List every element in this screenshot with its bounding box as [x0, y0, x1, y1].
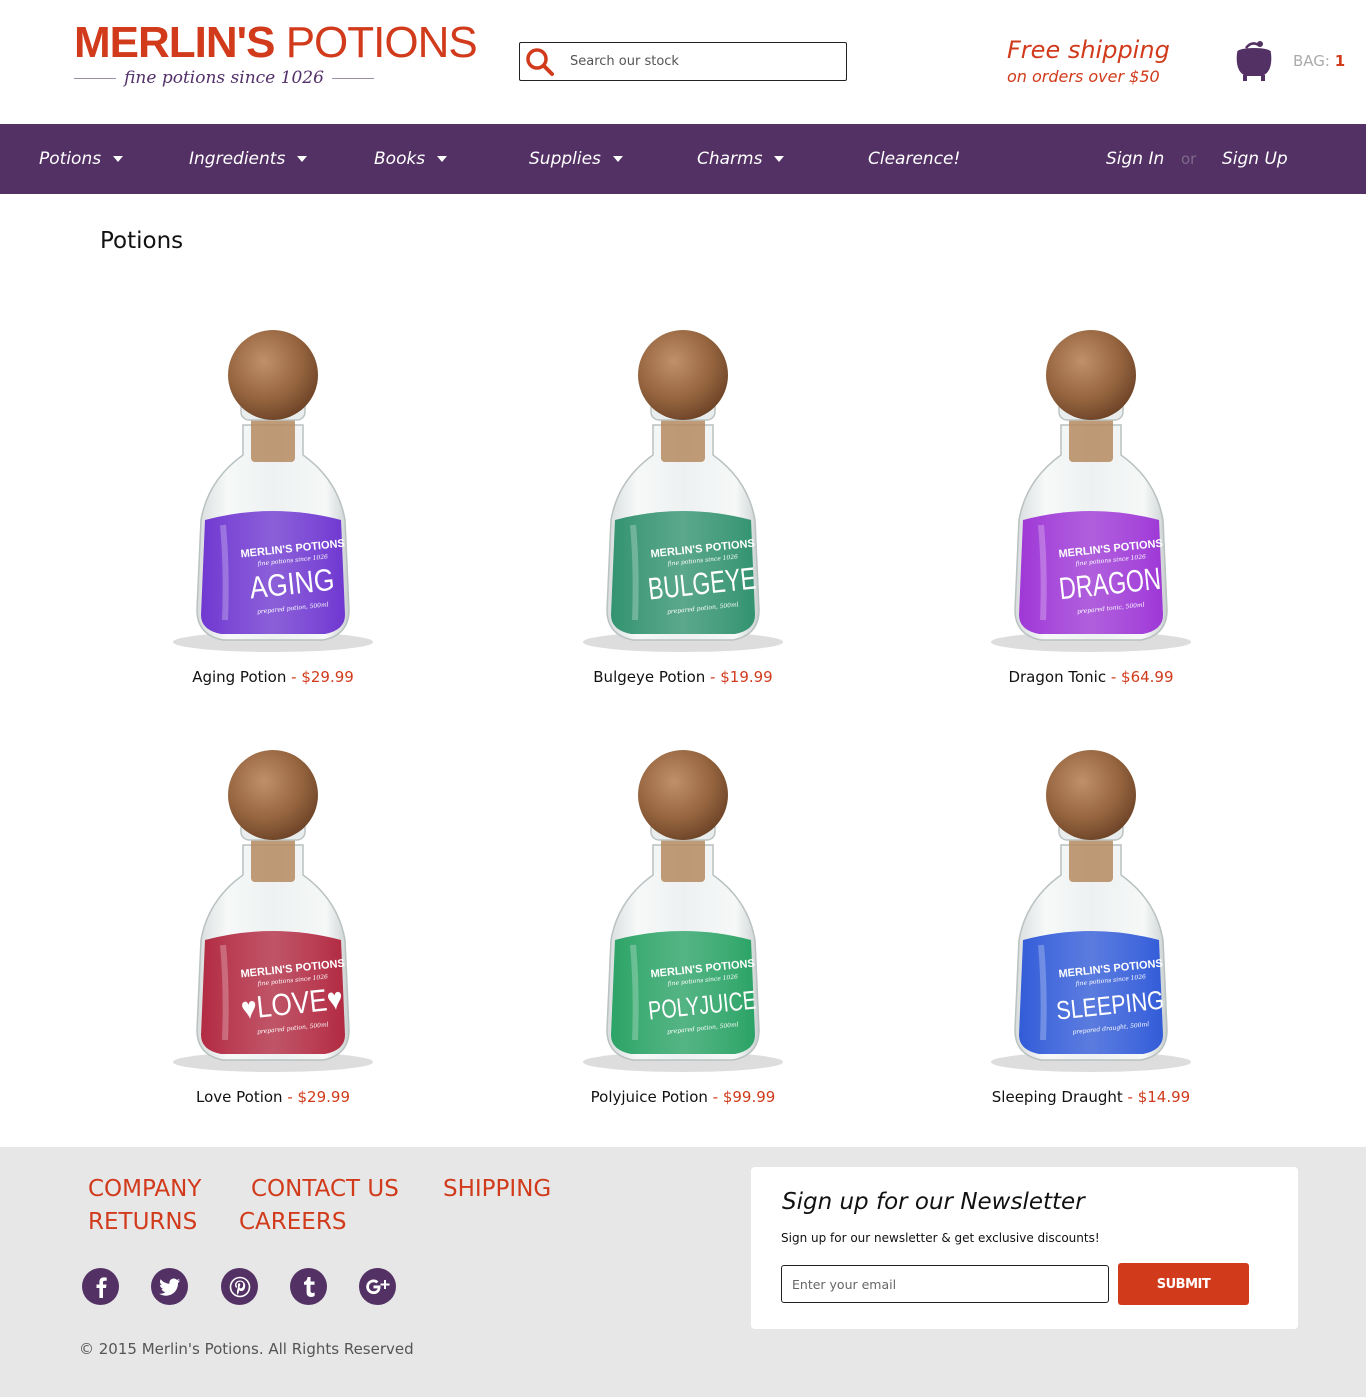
- product-caption[interactable]: Sleeping Draught - $14.99: [941, 1088, 1241, 1106]
- logo-tagline: fine potions since 1026: [124, 68, 324, 88]
- product-price: $14.99: [1137, 1088, 1191, 1106]
- nav-or-separator: or: [1181, 150, 1197, 168]
- product-card[interactable]: MERLIN'S POTIONS fine potions since 1026 ♥…: [123, 750, 423, 1106]
- logo-tagline-row: fine potions since 1026: [74, 68, 374, 88]
- logo-title: MERLIN'S POTIONS: [74, 18, 478, 67]
- product-name: Love Potion: [195, 1088, 283, 1106]
- product-price: $64.99: [1121, 668, 1174, 686]
- product-card[interactable]: MERLIN'S POTIONS fine potions since 1026 P…: [533, 750, 833, 1106]
- product-price-separator: -: [1122, 1088, 1138, 1106]
- nav-item-charms[interactable]: Charms: [697, 124, 785, 194]
- bag-label: BAG:: [1293, 52, 1335, 70]
- newsletter-submit-button[interactable]: SUBMIT: [1118, 1263, 1249, 1305]
- product-card[interactable]: MERLIN'S POTIONS fine potions since 1026 B…: [533, 330, 833, 686]
- sign-up-link[interactable]: Sign Up: [1222, 124, 1288, 194]
- nav-label: Charms: [697, 149, 763, 169]
- potion-bottle-image[interactable]: MERLIN'S POTIONS fine potions since 1026 ♥…: [163, 750, 383, 1080]
- product-price-separator: -: [1106, 668, 1122, 686]
- search-icon[interactable]: [520, 44, 560, 80]
- sign-in-link[interactable]: Sign In: [1106, 124, 1164, 194]
- product-name: Polyjuice Potion: [590, 1088, 708, 1106]
- shipping-subline: on orders over $50: [1007, 67, 1160, 86]
- search-box: [519, 42, 847, 81]
- footer-link-returns[interactable]: RETURNS: [88, 1209, 197, 1235]
- product-price-separator: -: [705, 668, 721, 686]
- product-name: Bulgeye Potion: [593, 668, 706, 686]
- tumblr-icon[interactable]: [290, 1268, 327, 1305]
- product-name: Aging Potion: [192, 668, 287, 686]
- google-plus-icon[interactable]: [359, 1268, 396, 1305]
- logo-title-bold: MERLIN'S: [74, 18, 275, 67]
- copyright-text: © 2015 Merlin's Potions. All Rights Rese…: [79, 1340, 414, 1358]
- main-nav: Potions Ingredients Books Supplies Charm…: [0, 124, 1366, 194]
- twitter-icon[interactable]: [151, 1268, 188, 1305]
- footer-link-shipping[interactable]: SHIPPING: [443, 1176, 551, 1202]
- nav-item-clearance[interactable]: Clearence!: [868, 124, 960, 194]
- product-caption[interactable]: Aging Potion - $29.99: [123, 668, 423, 686]
- site-logo[interactable]: MERLIN'S POTIONS fine potions since 1026: [74, 18, 478, 88]
- newsletter-subtitle: Sign up for our newsletter & get exclusi…: [781, 1231, 1100, 1245]
- product-card[interactable]: MERLIN'S POTIONS fine potions since 1026 S…: [941, 750, 1241, 1106]
- newsletter-title: Sign up for our Newsletter: [782, 1189, 1085, 1215]
- potion-bottle-image[interactable]: MERLIN'S POTIONS fine potions since 1026 P…: [573, 750, 793, 1080]
- footer-link-company[interactable]: COMPANY: [88, 1176, 201, 1202]
- caret-down-icon: [297, 156, 308, 162]
- product-price-separator: -: [282, 1088, 298, 1106]
- potion-bottle-image[interactable]: MERLIN'S POTIONS fine potions since 1026 B…: [573, 330, 793, 660]
- product-caption[interactable]: Love Potion - $29.99: [123, 1088, 423, 1106]
- product-price-separator: -: [286, 668, 302, 686]
- page-title: Potions: [100, 228, 184, 254]
- newsletter-panel: Sign up for our Newsletter Sign up for o…: [751, 1167, 1298, 1329]
- newsletter-email-field[interactable]: [781, 1265, 1109, 1303]
- product-caption[interactable]: Dragon Tonic - $64.99: [941, 668, 1241, 686]
- caret-down-icon: [437, 156, 448, 162]
- tagline-divider-left: [74, 77, 117, 79]
- tagline-divider-right: [331, 77, 374, 79]
- bag-counter[interactable]: BAG: 1: [1293, 52, 1345, 70]
- shipping-headline: Free shipping: [1007, 36, 1170, 64]
- potion-bottle-image[interactable]: MERLIN'S POTIONS fine potions since 1026 S…: [981, 750, 1201, 1080]
- product-price: $29.99: [297, 1088, 351, 1106]
- nav-item-supplies[interactable]: Supplies: [529, 124, 623, 194]
- product-name: Dragon Tonic: [1008, 668, 1107, 686]
- free-shipping-banner: Free shipping on orders over $50: [1007, 34, 1207, 88]
- site-header: MERLIN'S POTIONS fine potions since 1026…: [0, 0, 1366, 124]
- facebook-icon[interactable]: [82, 1268, 119, 1305]
- nav-label: Potions: [39, 149, 102, 169]
- search-input[interactable]: [570, 54, 840, 69]
- pinterest-icon[interactable]: [221, 1268, 258, 1305]
- nav-label: Ingredients: [189, 149, 286, 169]
- product-caption[interactable]: Polyjuice Potion - $99.99: [533, 1088, 833, 1106]
- footer-link-contact-us[interactable]: CONTACT US: [251, 1176, 399, 1202]
- product-price: $19.99: [720, 668, 773, 686]
- product-price: $29.99: [301, 668, 354, 686]
- nav-item-potions[interactable]: Potions: [39, 124, 124, 194]
- nav-label: Clearence!: [868, 149, 961, 169]
- potion-bottle-image[interactable]: MERLIN'S POTIONS fine potions since 1026 A…: [163, 330, 383, 660]
- product-caption[interactable]: Bulgeye Potion - $19.99: [533, 668, 833, 686]
- nav-label: Books: [374, 149, 426, 169]
- product-name: Sleeping Draught: [991, 1088, 1123, 1106]
- cauldron-icon[interactable]: [1234, 38, 1274, 82]
- footer-link-careers[interactable]: CAREERS: [239, 1209, 346, 1235]
- product-price-separator: -: [707, 1088, 723, 1106]
- caret-down-icon: [113, 156, 124, 162]
- nav-item-books[interactable]: Books: [374, 124, 448, 194]
- nav-item-ingredients[interactable]: Ingredients: [189, 124, 308, 194]
- logo-title-light: POTIONS: [274, 18, 478, 67]
- potion-bottle-image[interactable]: MERLIN'S POTIONS fine potions since 1026 D…: [981, 330, 1201, 660]
- product-price: $99.99: [722, 1088, 776, 1106]
- product-card[interactable]: MERLIN'S POTIONS fine potions since 1026 A…: [123, 330, 423, 686]
- nav-label: Supplies: [529, 149, 601, 169]
- product-card[interactable]: MERLIN'S POTIONS fine potions since 1026 D…: [941, 330, 1241, 686]
- bag-count: 1: [1334, 52, 1346, 70]
- caret-down-icon: [774, 156, 785, 162]
- caret-down-icon: [612, 156, 623, 162]
